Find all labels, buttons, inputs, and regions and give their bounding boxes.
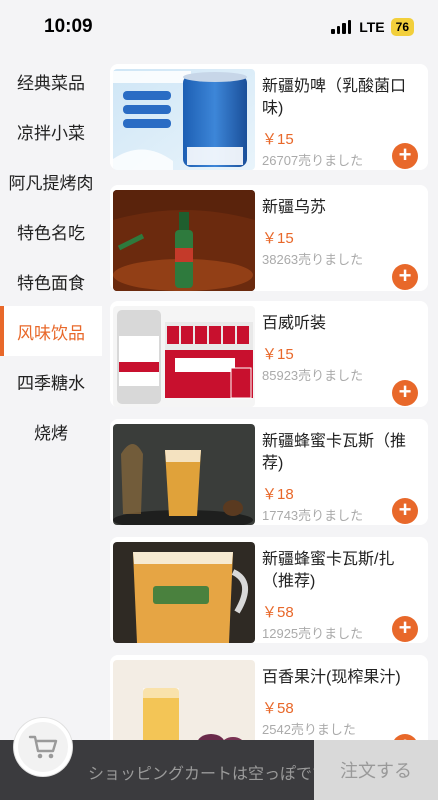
product-name: 新疆奶啤（乳酸菌口味) [262,78,407,117]
add-to-cart-button[interactable]: + [392,498,418,524]
product-sold-count: 26707売りました [262,153,364,168]
category-item-cold-dishes[interactable]: 凉拌小菜 [0,106,102,156]
category-item-classic[interactable]: 经典菜品 [0,56,102,106]
product-card[interactable]: 百香果汁(现榨果汁) ￥58 2542売りました + [110,655,428,746]
add-to-cart-button[interactable]: + [392,616,418,642]
product-price: ￥15 [262,346,294,363]
product-image-wusu-beer [113,190,255,291]
category-item-drinks[interactable]: 风味饮品 [0,306,102,356]
add-to-cart-button[interactable]: + [392,380,418,406]
product-image-budweiser [113,306,255,407]
category-sidebar: 经典菜品 凉拌小菜 阿凡提烤肉 特色名吃 特色面食 风味饮品 四季糖水 烧烤 [0,56,102,800]
product-list: 新疆奶啤（乳酸菌口味) ￥15 26707売りました + 新疆乌苏 ￥15 38… [102,56,438,746]
product-price: ￥58 [262,604,294,621]
product-name: 新疆乌苏 [262,199,327,216]
status-time: 10:09 [44,16,93,37]
product-name: 新疆蜂蜜卡瓦斯/扎（推荐) [262,551,395,590]
product-image-kvass-pitcher [113,542,255,643]
product-card[interactable]: 新疆蜂蜜卡瓦斯/扎（推荐) ￥58 12925売りました + [110,537,428,643]
product-name: 百香果汁(现榨果汁) [262,669,401,686]
product-sold-count: 2542売りました [262,722,356,737]
status-bar: 10:09 LTE 76 [0,0,438,56]
product-image-milk-beer [113,69,255,170]
signal-icon [331,20,352,34]
product-image-passion-fruit-juice [113,660,255,746]
category-item-noodles[interactable]: 特色面食 [0,256,102,306]
product-price: ￥15 [262,230,294,247]
product-card[interactable]: 新疆奶啤（乳酸菌口味) ￥15 26707売りました + [110,64,428,170]
product-price: ￥15 [262,131,294,148]
cart-empty-hint: ショッピングカートは空っぽです [88,766,329,783]
product-card[interactable]: 百威听装 ￥15 85923売りました + [110,301,428,407]
cart-button[interactable] [14,718,72,776]
add-to-cart-button[interactable]: + [392,143,418,169]
category-item-grill[interactable]: 烧烤 [0,406,102,456]
product-name: 新疆蜂蜜卡瓦斯（推荐) [262,433,407,472]
category-item-desserts[interactable]: 四季糖水 [0,356,102,406]
product-card[interactable]: 新疆乌苏 ￥15 38263売りました + [110,185,428,291]
product-price: ￥18 [262,486,294,503]
product-price: ￥58 [262,700,294,717]
product-image-kvass-glass [113,424,255,525]
product-sold-count: 85923売りました [262,368,364,383]
product-name: 百威听装 [262,315,327,332]
cart-icon [28,735,58,759]
status-indicators: LTE 76 [331,18,414,36]
product-card[interactable]: 新疆蜂蜜卡瓦斯（推荐) ￥18 17743売りました + [110,419,428,525]
category-item-specialty[interactable]: 特色名吃 [0,206,102,256]
product-sold-count: 17743売りました [262,508,364,523]
product-sold-count: 12925売りました [262,626,364,641]
order-button[interactable]: 注文する [314,740,438,800]
product-sold-count: 38263売りました [262,252,364,267]
add-to-cart-button[interactable]: + [392,264,418,290]
battery-icon: 76 [390,18,414,36]
category-item-afanti-bbq[interactable]: 阿凡提烤肉 [0,156,102,206]
network-label: LTE [359,19,385,35]
